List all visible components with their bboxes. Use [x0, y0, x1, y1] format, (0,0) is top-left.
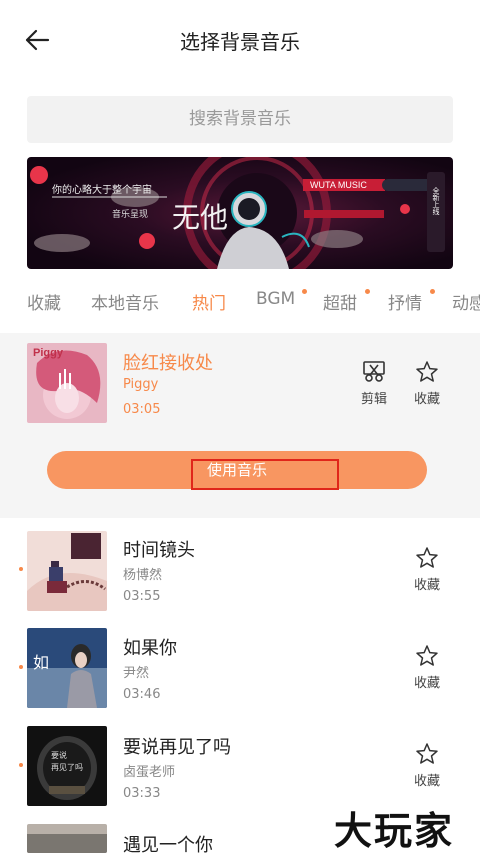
highlight-box: [191, 459, 339, 490]
song-artist: 卤蛋老师: [123, 765, 176, 780]
tab-local-music[interactable]: 本地音乐: [91, 289, 159, 314]
tab-favorites[interactable]: 收藏: [27, 289, 61, 314]
favorite-label: 收藏: [413, 392, 440, 407]
song-cover: 如: [27, 628, 107, 708]
star-icon: [416, 547, 438, 568]
category-tabs: 收藏 本地音乐 热门 BGM 超甜 抒情 动感: [0, 281, 480, 321]
edit-button[interactable]: 剪辑: [354, 360, 394, 407]
selected-song-artist: Piggy: [123, 377, 159, 392]
tab-lyrical-dot: [430, 289, 435, 294]
favorite-label: 收藏: [413, 774, 440, 789]
favorite-label: 收藏: [413, 676, 440, 691]
svg-text:要说: 要说: [51, 750, 67, 760]
star-icon: [416, 361, 438, 382]
favorite-button[interactable]: 收藏: [407, 644, 447, 691]
promo-banner[interactable]: WUTA MUSIC 全新上线 你的心略大于整个宇宙 音乐呈现 无他: [27, 157, 453, 269]
page-title: 选择背景音乐: [180, 30, 300, 54]
song-cover: [27, 531, 107, 611]
tab-hot[interactable]: 热门: [192, 289, 226, 314]
song-duration: 03:33: [123, 786, 161, 801]
scissors-icon: [363, 361, 385, 382]
song-duration: 03:46: [123, 687, 161, 702]
banner-line2: 音乐呈现: [112, 208, 148, 220]
banner-line1: 你的心略大于整个宇宙: [52, 183, 152, 196]
favorite-button[interactable]: 收藏: [407, 546, 447, 593]
song-cover: [27, 824, 107, 853]
favorite-label: 收藏: [413, 578, 440, 593]
edit-label: 剪辑: [360, 392, 387, 407]
tab-sweet-dot: [365, 289, 370, 294]
song-title: 遇见一个你: [123, 835, 213, 856]
favorite-button[interactable]: 收藏: [407, 742, 447, 789]
song-duration: 03:55: [123, 589, 161, 604]
row-dot: [19, 567, 23, 571]
star-icon: [416, 743, 438, 764]
favorite-button[interactable]: 收藏: [407, 360, 447, 407]
star-icon: [416, 645, 438, 666]
tab-dynamic[interactable]: 动感: [452, 289, 480, 314]
banner-big-text: 无他: [172, 201, 228, 234]
tab-sweet[interactable]: 超甜: [323, 289, 357, 314]
selected-song-panel: Piggy 脸红接收处 Piggy 03:05 剪辑 收藏: [0, 333, 480, 518]
song-cover: 要说 再见了吗: [27, 726, 107, 806]
banner-vertical-text: 全新上线: [432, 186, 440, 215]
row-dot: [19, 665, 23, 669]
selected-song-title: 脸红接收处: [123, 353, 213, 374]
song-title: 如果你: [123, 638, 177, 659]
tab-bgm-dot: [302, 289, 307, 294]
watermark: 大玩家: [334, 808, 455, 853]
row-dot: [19, 763, 23, 767]
tab-bgm[interactable]: BGM: [256, 289, 295, 309]
selected-song-cover[interactable]: Piggy: [27, 343, 107, 423]
svg-text:如: 如: [33, 653, 49, 672]
banner-brand: WUTA MUSIC: [310, 180, 367, 190]
search-input[interactable]: 搜索背景音乐: [27, 96, 453, 143]
svg-text:再见了吗: 再见了吗: [51, 763, 83, 772]
song-artist: 尹然: [123, 666, 150, 681]
cover-text: Piggy: [33, 347, 64, 359]
song-artist: 杨博然: [123, 568, 163, 583]
selected-song-duration: 03:05: [123, 402, 161, 417]
song-title: 时间镜头: [123, 540, 195, 561]
header-bar: 选择背景音乐: [0, 0, 480, 80]
song-title: 要说再见了吗: [123, 737, 231, 758]
tab-lyrical[interactable]: 抒情: [388, 289, 422, 314]
